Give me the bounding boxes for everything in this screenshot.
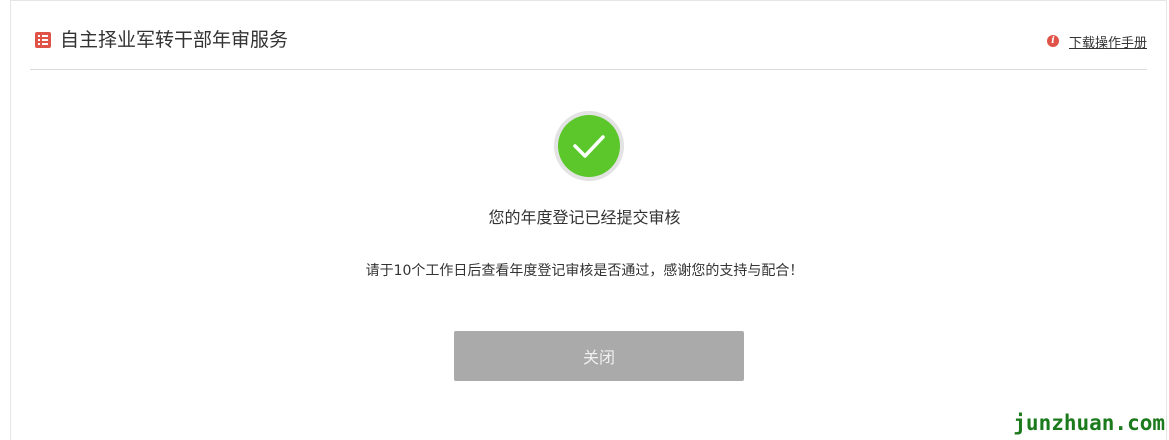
download-manual-link[interactable]: 下载操作手册	[1069, 32, 1147, 51]
download-manual[interactable]: i 下载操作手册	[1046, 32, 1147, 51]
list-icon	[35, 32, 51, 48]
success-indicator	[554, 111, 624, 181]
result-message: 请于10个工作日后查看年度登记审核是否通过，感谢您的支持与配合！	[365, 263, 804, 279]
check-icon	[573, 135, 605, 158]
page-header: 自主择业军转干部年审服务 i 下载操作手册	[30, 0, 1147, 70]
close-button[interactable]: 关闭	[454, 331, 744, 381]
success-circle	[558, 115, 620, 177]
info-icon: i	[1046, 35, 1059, 47]
watermark: junzhuan.com	[1013, 411, 1165, 435]
result-title: 您的年度登记已经提交审核	[488, 208, 681, 227]
page-title: 自主择业军转干部年审服务	[60, 29, 289, 51]
